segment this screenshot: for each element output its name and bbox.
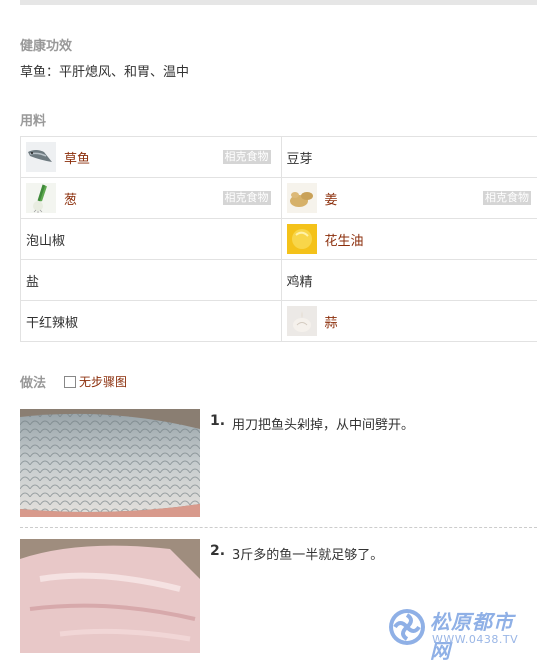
ingredient-cell-paoshanjiao: 泡山椒 — [21, 219, 282, 260]
ingredient-cell-ganhonglajiao: 干红辣椒 — [21, 301, 282, 342]
ingredient-cell-jijing: 鸡精 — [281, 260, 537, 301]
top-divider-bar — [20, 0, 537, 5]
ingredient-name[interactable]: 葱 — [64, 189, 77, 208]
step-item: 1. 用刀把鱼头剁掉，从中间劈开。 — [20, 409, 537, 519]
garlic-icon — [287, 306, 317, 336]
step-text: 3斤多的鱼一半就足够了。 — [232, 544, 383, 563]
method-heading: 做法 — [20, 372, 46, 391]
ingredient-cell-cong[interactable]: 葱 相克食物 — [21, 178, 282, 219]
conflict-food-tag[interactable]: 相克食物 — [483, 191, 531, 205]
ingredient-cell-suan[interactable]: 蒜 — [281, 301, 537, 342]
ingredient-name[interactable]: 花生油 — [325, 230, 364, 249]
ingredient-name: 泡山椒 — [26, 230, 65, 249]
ingredient-name: 干红辣椒 — [26, 312, 78, 331]
ingredient-cell-douya: 豆芽 — [281, 137, 537, 178]
ingredient-cell-huashengyou[interactable]: 花生油 — [281, 219, 537, 260]
conflict-food-tag[interactable]: 相克食物 — [223, 191, 271, 205]
ingredient-name[interactable]: 蒜 — [325, 312, 338, 331]
conflict-food-tag[interactable]: 相克食物 — [223, 150, 271, 164]
ingredient-name: 鸡精 — [287, 271, 313, 290]
site-url: WWW.0438.TV — [432, 633, 518, 646]
ingredient-cell-jiang[interactable]: 姜 相克食物 — [281, 178, 537, 219]
fish-fillet-photo[interactable] — [20, 539, 200, 653]
fish-icon — [26, 142, 56, 172]
ingredients-heading: 用料 — [20, 110, 46, 129]
method-header: 做法 无步骤图 — [20, 372, 127, 391]
ingredient-name[interactable]: 草鱼 — [64, 148, 90, 167]
table-row: 干红辣椒 蒜 — [21, 301, 537, 342]
ingredient-name: 豆芽 — [287, 148, 313, 167]
ginger-icon — [287, 183, 317, 213]
ingredients-table: 草鱼 相克食物 豆芽 葱 相克食物 — [20, 136, 537, 342]
health-heading: 健康功效 — [20, 35, 72, 54]
ingredient-cell-yan: 盐 — [21, 260, 282, 301]
ingredient-name: 盐 — [26, 271, 39, 290]
no-step-images-label[interactable]: 无步骤图 — [79, 373, 127, 390]
site-watermark: 松原都市网 WWW.0438.TV — [388, 606, 534, 650]
table-row: 草鱼 相克食物 豆芽 — [21, 137, 537, 178]
table-row: 葱 相克食物 姜 相克食物 — [21, 178, 537, 219]
site-logo-icon — [388, 608, 426, 646]
step-text: 用刀把鱼头剁掉，从中间劈开。 — [232, 414, 414, 433]
step-number: 1. — [210, 413, 225, 429]
no-step-images-checkbox[interactable] — [64, 376, 76, 388]
table-row: 盐 鸡精 — [21, 260, 537, 301]
fish-scales-photo[interactable] — [20, 409, 200, 517]
step-divider — [20, 527, 537, 528]
table-row: 泡山椒 花生油 — [21, 219, 537, 260]
peanut-oil-icon — [287, 224, 317, 254]
ingredient-name[interactable]: 姜 — [325, 189, 338, 208]
step-number: 2. — [210, 543, 225, 559]
scallion-icon — [26, 183, 56, 213]
health-benefit-text: 草鱼：平肝熄风、和胃、温中 — [20, 61, 189, 80]
ingredient-cell-caoyu[interactable]: 草鱼 相克食物 — [21, 137, 282, 178]
